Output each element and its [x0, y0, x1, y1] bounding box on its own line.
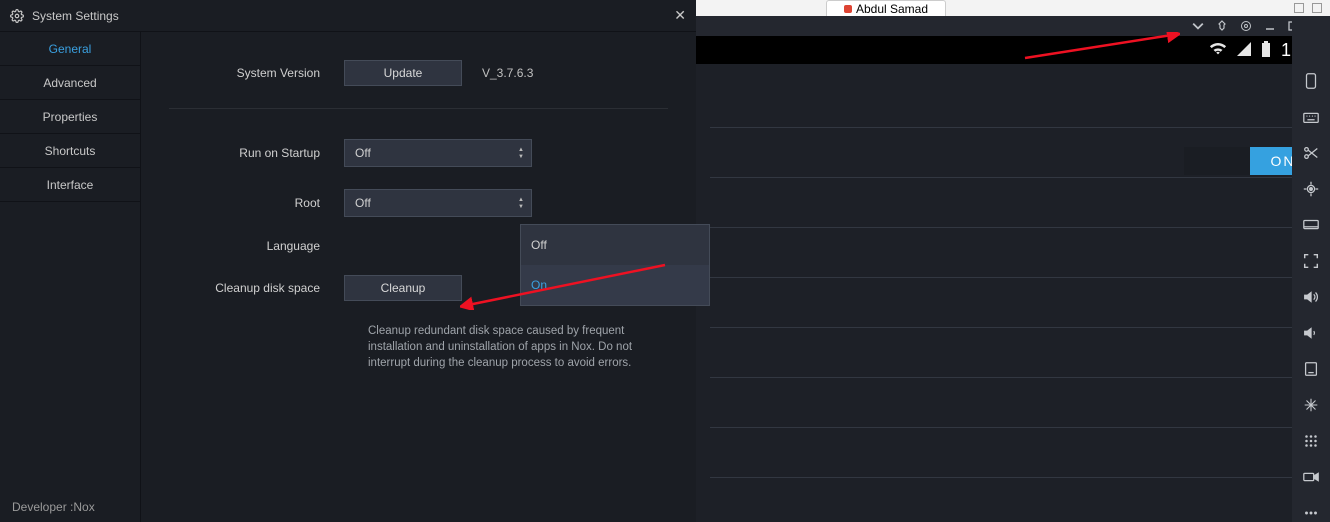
display-icon[interactable]: [1301, 216, 1321, 234]
emulator-row[interactable]: [710, 394, 1316, 428]
keyboard-icon[interactable]: [1301, 108, 1321, 126]
gear-icon: [10, 9, 24, 23]
dialog-title: System Settings: [32, 9, 119, 23]
sidenav-properties[interactable]: Properties: [0, 100, 140, 134]
run-on-startup-value: Off: [345, 146, 371, 160]
sidebar-nav: General Advanced Properties Shortcuts In…: [0, 32, 141, 522]
restore-icon[interactable]: [1312, 3, 1322, 13]
sidenav-interface[interactable]: Interface: [0, 168, 140, 202]
more-icon[interactable]: [1301, 504, 1321, 522]
browser-window-controls: [1294, 3, 1330, 13]
dialog-titlebar[interactable]: System Settings ✕: [0, 0, 696, 32]
sidenav-shortcuts[interactable]: Shortcuts: [0, 134, 140, 168]
record-icon[interactable]: [1301, 468, 1321, 486]
phone-status-bar: 1:48: [696, 36, 1330, 64]
system-version-label: System Version: [169, 66, 344, 80]
volume-down-icon[interactable]: [1301, 324, 1321, 342]
emulator-row[interactable]: [710, 444, 1316, 478]
divider: [169, 108, 668, 109]
gear-icon[interactable]: [1240, 20, 1252, 32]
language-label: Language: [169, 239, 344, 253]
developer-footer: Developer :Nox: [0, 500, 140, 522]
cleanup-button[interactable]: Cleanup: [344, 275, 462, 301]
close-icon[interactable]: ✕: [674, 7, 686, 24]
root-dropdown: Off On: [520, 224, 710, 306]
signal-icon: [1237, 42, 1251, 59]
wifi-icon: [1209, 42, 1227, 59]
scissors-icon[interactable]: [1301, 144, 1321, 162]
system-settings-dialog: System Settings ✕ General Advanced Prope…: [0, 0, 696, 522]
sidenav-general[interactable]: General: [0, 32, 140, 66]
run-on-startup-select[interactable]: Off ▲▼: [344, 139, 532, 167]
location-icon[interactable]: [1301, 180, 1321, 198]
minimize-icon[interactable]: [1264, 20, 1276, 32]
apk-icon[interactable]: [1301, 360, 1321, 378]
cleanup-description: Cleanup redundant disk space caused by f…: [368, 323, 668, 371]
emulator-window: 1:48 ON: [696, 16, 1330, 522]
emulator-row[interactable]: [710, 344, 1316, 378]
root-value: Off: [345, 196, 371, 210]
emulator-row[interactable]: [710, 194, 1316, 228]
grid-icon[interactable]: [1301, 432, 1321, 450]
browser-tab-label: Abdul Samad: [856, 2, 928, 16]
stepper-icon: ▲▼: [511, 147, 531, 160]
emulator-tray: [696, 16, 1330, 36]
browser-topbar: Abdul Samad: [696, 0, 1330, 16]
sidenav-advanced[interactable]: Advanced: [0, 66, 140, 100]
browser-tab[interactable]: Abdul Samad: [826, 0, 946, 16]
root-select[interactable]: Off ▲▼: [344, 189, 532, 217]
system-version-value: V_3.7.6.3: [482, 66, 533, 80]
emulator-side-toolbar: [1292, 20, 1330, 522]
root-label: Root: [169, 196, 344, 210]
emulator-row[interactable]: [710, 244, 1316, 278]
emulator-row[interactable]: [710, 94, 1316, 128]
volume-up-icon[interactable]: [1301, 288, 1321, 306]
favicon-icon: [844, 5, 852, 13]
emulator-row[interactable]: [710, 294, 1316, 328]
cleanup-label: Cleanup disk space: [169, 281, 344, 295]
run-on-startup-label: Run on Startup: [169, 146, 344, 160]
toggle-off: [1184, 147, 1250, 175]
emulator-content: ON: [696, 64, 1330, 478]
fullscreen-icon[interactable]: [1301, 252, 1321, 270]
chevron-down-icon[interactable]: [1192, 20, 1204, 32]
minimize-icon[interactable]: [1294, 3, 1304, 13]
sparkle-icon[interactable]: [1301, 396, 1321, 414]
dialog-body: General Advanced Properties Shortcuts In…: [0, 32, 696, 522]
root-option-off[interactable]: Off: [521, 225, 709, 265]
update-button[interactable]: Update: [344, 60, 462, 86]
rotate-icon[interactable]: [1301, 72, 1321, 90]
stepper-icon: ▲▼: [511, 197, 531, 210]
root-option-on[interactable]: On: [521, 265, 709, 305]
battery-icon: [1261, 41, 1271, 60]
emulator-row[interactable]: ON: [710, 144, 1316, 178]
settings-content: System Version Update V_3.7.6.3 Run on S…: [141, 32, 696, 522]
emulator-wrapper: Abdul Samad 1:48 ON: [696, 0, 1330, 522]
pin-icon[interactable]: [1216, 20, 1228, 32]
